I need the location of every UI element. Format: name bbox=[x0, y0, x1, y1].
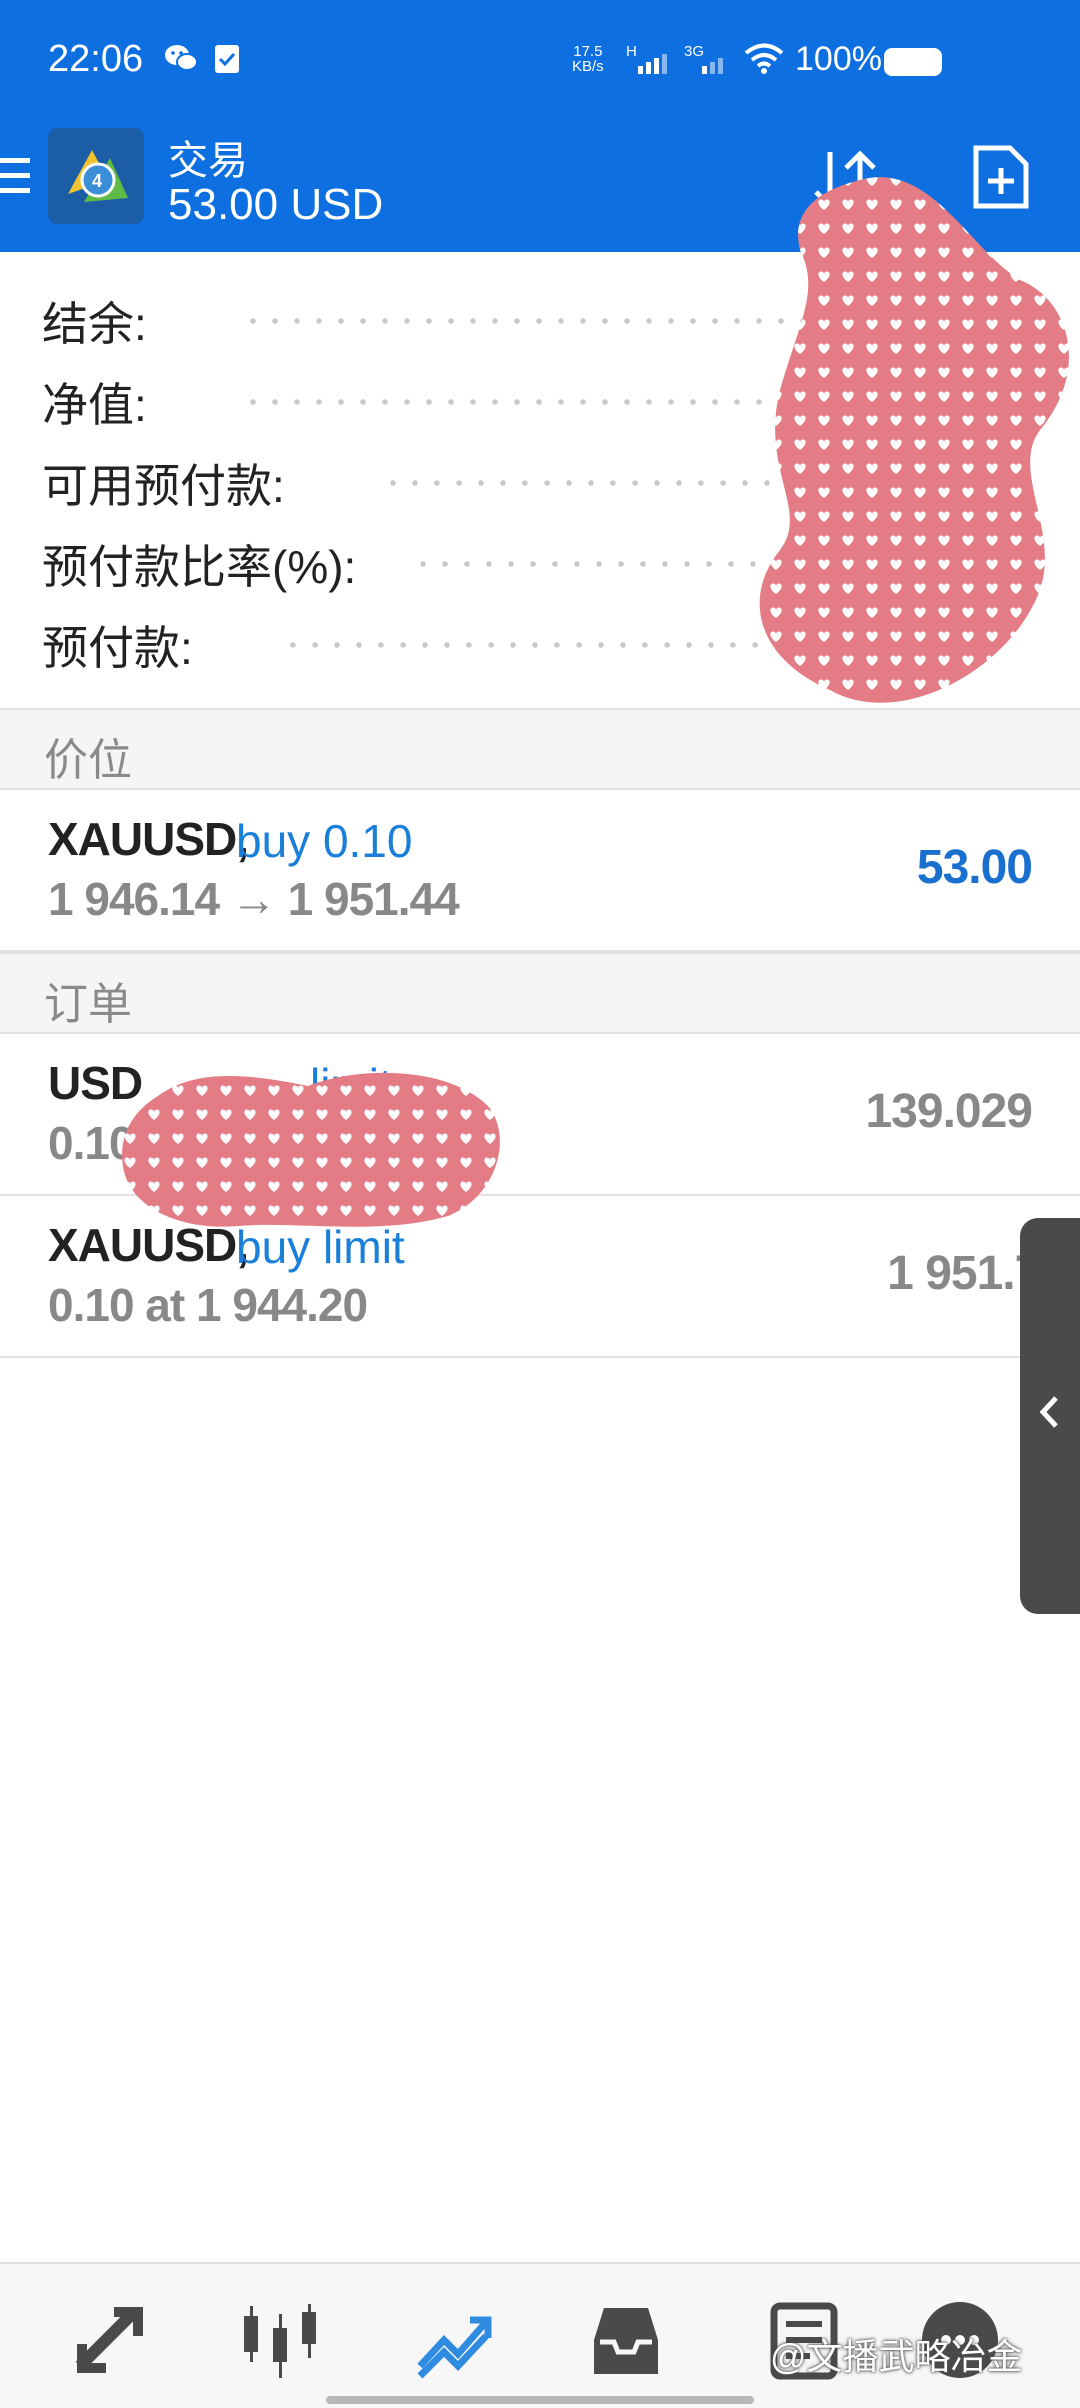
svg-text:3G: 3G bbox=[684, 43, 704, 60]
network-speed: 17.5 KB/s bbox=[572, 43, 604, 75]
chart-candles-icon[interactable] bbox=[240, 2300, 320, 2380]
account-balance-header: 53.00 USD bbox=[168, 180, 384, 229]
history-inbox-icon[interactable] bbox=[586, 2300, 666, 2380]
balance-label: 结余: bbox=[42, 288, 161, 354]
trade-trend-icon[interactable] bbox=[414, 2300, 494, 2380]
bottom-navigation: @文播武略冶金 bbox=[0, 2262, 1080, 2408]
wifi-icon bbox=[744, 43, 784, 74]
redaction-sticker bbox=[759, 177, 1069, 703]
order-symbol: XAUUSD, bbox=[48, 1219, 249, 1271]
side-drawer-handle[interactable] bbox=[1020, 1218, 1080, 1614]
wechat-icon bbox=[165, 45, 198, 71]
margin-label: 预付款: bbox=[42, 612, 207, 678]
position-profit: 53.00 bbox=[916, 841, 1033, 894]
position-price-change: 1 946.14 → 1 951.44 bbox=[48, 873, 460, 925]
order-volume-price: 0.10 at 1 944.20 bbox=[48, 1279, 368, 1331]
svg-text:H: H bbox=[626, 43, 637, 60]
order-row[interactable]: XAUUSD, buy limit 0.10 at 1 944.20 1 951… bbox=[0, 1196, 1080, 1358]
positions-section-header: 价位 bbox=[0, 708, 1080, 790]
signal-strength-icon: H bbox=[626, 43, 667, 74]
status-bar: 22:06 17.5 KB/s H 3G 100% bbox=[0, 0, 1080, 128]
battery-percent: 100% bbox=[795, 40, 882, 78]
position-side: buy 0.10 bbox=[236, 815, 413, 867]
orders-section-header: 订单 bbox=[0, 952, 1080, 1034]
position-symbol: XAUUSD, bbox=[48, 813, 249, 865]
order-side: buy limit bbox=[236, 1221, 405, 1273]
home-indicator[interactable] bbox=[326, 2396, 754, 2404]
menu-icon[interactable] bbox=[0, 152, 32, 200]
metatrader-logo-icon: 4 bbox=[48, 128, 144, 224]
status-time: 22:06 bbox=[48, 38, 144, 80]
position-row[interactable]: XAUUSD, buy 0.10 1 946.14 → 1 951.44 53.… bbox=[0, 790, 1080, 952]
margin-level-label: 预付款比率(%): bbox=[42, 531, 371, 597]
svg-text:4: 4 bbox=[92, 171, 102, 191]
order-current-price: 139.029 bbox=[865, 1085, 1033, 1138]
page-title: 交易 bbox=[168, 139, 248, 183]
free-margin-label: 可用预付款: bbox=[42, 450, 299, 516]
positions-section-title: 价位 bbox=[44, 736, 132, 785]
quotes-arrows-icon[interactable] bbox=[70, 2300, 150, 2380]
clipboard-check-icon bbox=[215, 45, 239, 73]
watermark-text: @文播武略冶金 bbox=[770, 2336, 1023, 2377]
orders-section-title: 订单 bbox=[44, 980, 132, 1029]
equity-label: 净值: bbox=[42, 369, 161, 435]
battery-icon bbox=[884, 48, 942, 76]
chevron-left-icon bbox=[1039, 1396, 1058, 1428]
signal-strength-icon: 3G bbox=[684, 43, 723, 74]
